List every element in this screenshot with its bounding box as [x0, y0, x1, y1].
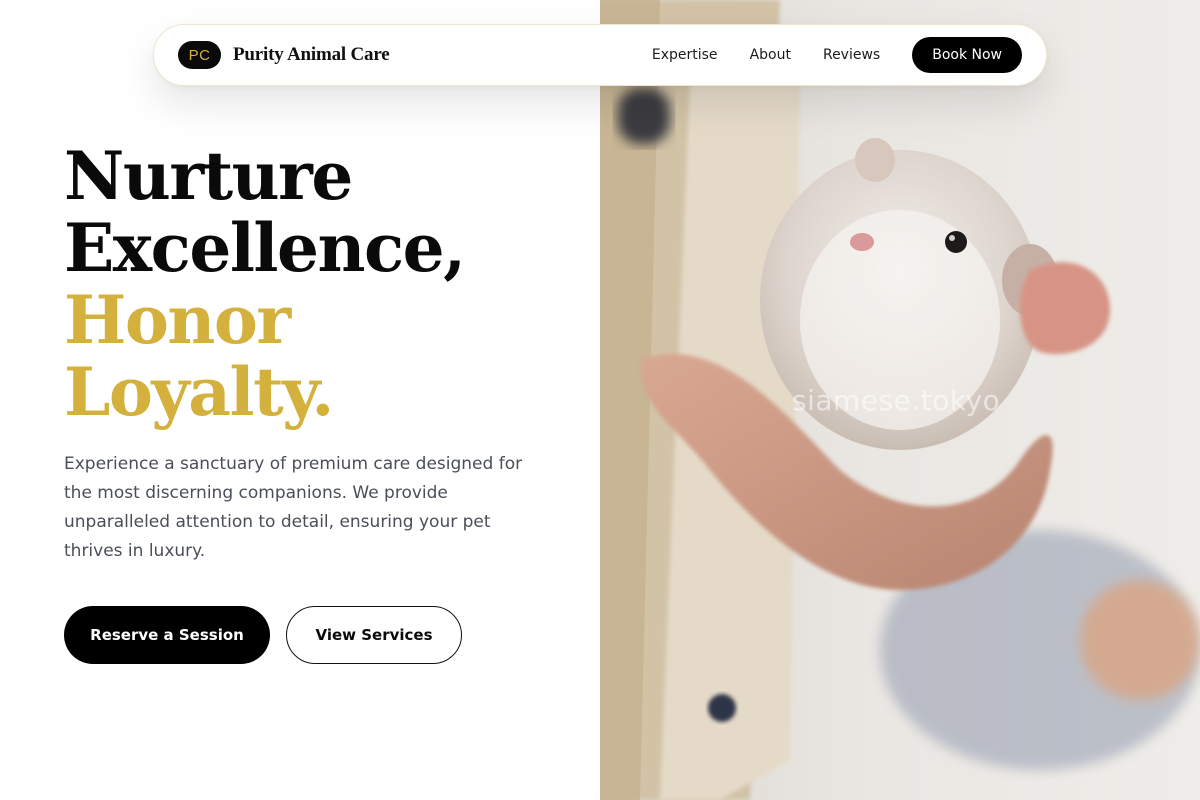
nav-links: Expertise About Reviews Book Now [652, 37, 1022, 73]
nav-link-about[interactable]: About [750, 47, 791, 63]
headline-accent-line-1: Honor [64, 281, 291, 359]
nav-link-expertise[interactable]: Expertise [652, 47, 718, 63]
watermark-text: siamese.tokyo [792, 384, 1001, 417]
hero-subtext: Experience a sanctuary of premium care d… [64, 454, 523, 561]
headline-line-2: Excellence, [64, 209, 466, 287]
reserve-session-button[interactable]: Reserve a Session [64, 606, 270, 664]
nav-link-reviews[interactable]: Reviews [823, 47, 880, 63]
brand-name[interactable]: Purity Animal Care [233, 44, 390, 66]
hero-photo-hamster: siamese.tokyo [600, 0, 1200, 800]
book-now-button[interactable]: Book Now [912, 37, 1022, 73]
hero-headline: Nurture Excellence, Honor Loyalty. [64, 137, 466, 431]
view-services-button[interactable]: View Services [286, 606, 462, 664]
headline-line-1: Nurture [64, 137, 353, 215]
top-navbar: PC Purity Animal Care Expertise About Re… [153, 24, 1047, 86]
brand-logo-badge[interactable]: PC [178, 41, 221, 69]
hero-cta-group: Reserve a Session View Services [64, 606, 462, 664]
headline-accent-line-2: Loyalty. [64, 353, 334, 431]
